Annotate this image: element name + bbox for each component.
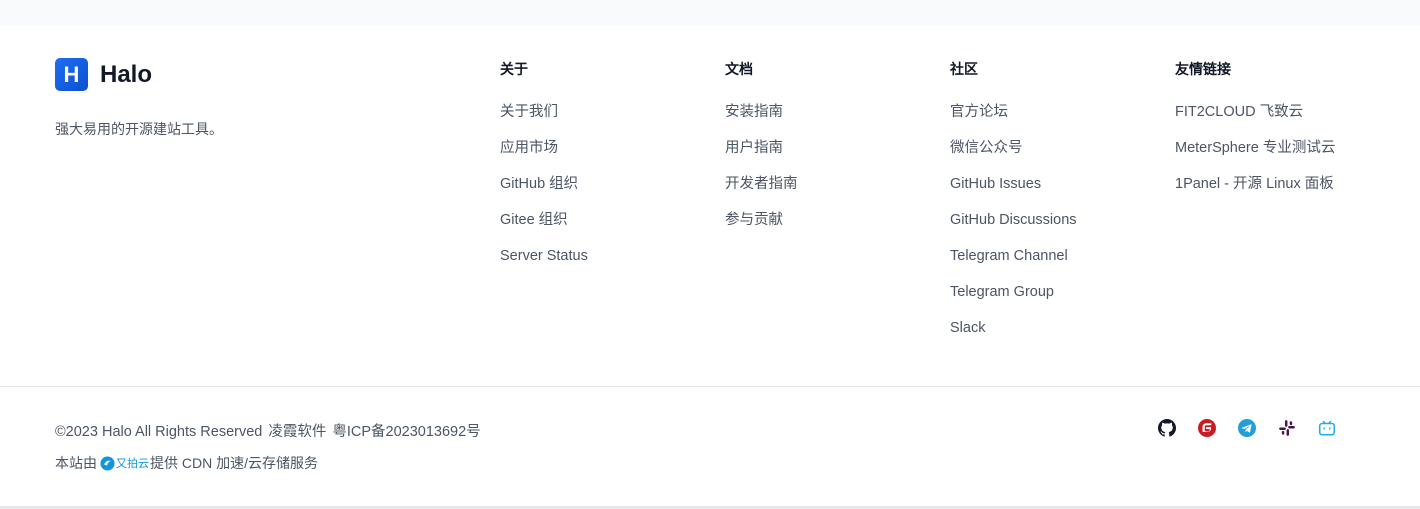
gitee-icon xyxy=(1198,419,1216,437)
footer-link[interactable]: 应用市场 xyxy=(500,140,588,176)
icp-link[interactable]: 粤ICP备2023013692号 xyxy=(332,424,480,440)
footer-link[interactable]: Server Status xyxy=(500,248,588,284)
brand-name: Halo xyxy=(100,60,153,88)
copyright-text: ©2023 Halo All Rights Reserved xyxy=(55,424,263,440)
github-link[interactable] xyxy=(1158,419,1176,437)
social-links xyxy=(1158,419,1336,437)
footer-column-community: 社区 官方论坛 微信公众号 GitHub Issues GitHub Discu… xyxy=(950,60,1077,356)
footer-link[interactable]: 开发者指南 xyxy=(725,176,798,212)
footer-link[interactable]: Telegram Channel xyxy=(950,248,1077,284)
cdn-suffix: 提供 CDN 加速/云存储服务 xyxy=(150,455,318,471)
footer-link[interactable]: FIT2CLOUD 飞致云 xyxy=(1175,104,1335,140)
footer-divider xyxy=(0,386,1420,387)
company-link[interactable]: 凌霞软件 xyxy=(268,424,326,440)
column-title: 关于 xyxy=(500,61,528,77)
bilibili-icon xyxy=(1318,420,1336,436)
upyun-name: 又拍云 xyxy=(116,458,149,470)
brand-tagline: 强大易用的开源建站工具。 xyxy=(55,121,223,137)
footer-link[interactable]: GitHub 组织 xyxy=(500,176,588,212)
footer-link[interactable]: GitHub Discussions xyxy=(950,212,1077,248)
footer-link[interactable]: MeterSphere 专业测试云 xyxy=(1175,140,1335,176)
footer-link[interactable]: 微信公众号 xyxy=(950,140,1077,176)
telegram-link[interactable] xyxy=(1238,419,1256,437)
column-title: 文档 xyxy=(725,61,753,77)
brand[interactable]: H Halo xyxy=(55,58,152,91)
footer-link[interactable]: GitHub Issues xyxy=(950,176,1077,212)
footer-link[interactable]: 1Panel - 开源 Linux 面板 xyxy=(1175,176,1335,212)
github-icon xyxy=(1158,419,1176,437)
footer-link[interactable]: 用户指南 xyxy=(725,140,798,176)
footer-link[interactable]: Telegram Group xyxy=(950,284,1077,320)
column-title: 友情链接 xyxy=(1175,61,1231,77)
gitee-link[interactable] xyxy=(1198,419,1216,437)
upyun-icon xyxy=(100,455,115,471)
cdn-prefix: 本站由 xyxy=(55,455,97,471)
footer-link[interactable]: 参与贡献 xyxy=(725,212,798,248)
copyright-line: ©2023 Halo All Rights Reserved 凌霞软件 粤ICP备2… xyxy=(55,420,487,441)
slack-icon xyxy=(1279,420,1295,436)
footer-column-friends: 友情链接 FIT2CLOUD 飞致云 MeterSphere 专业测试云 1Pa… xyxy=(1175,60,1335,212)
footer-link[interactable]: Gitee 组织 xyxy=(500,212,588,248)
footer-link[interactable]: Slack xyxy=(950,320,1077,356)
halo-logo-icon: H xyxy=(55,58,88,91)
footer-column-about: 关于 关于我们 应用市场 GitHub 组织 Gitee 组织 Server S… xyxy=(500,60,588,284)
footer-link[interactable]: 安装指南 xyxy=(725,104,798,140)
upyun-link[interactable]: 又拍云 xyxy=(100,455,149,471)
column-title: 社区 xyxy=(950,61,978,77)
top-strip xyxy=(0,0,1420,26)
footer-column-docs: 文档 安装指南 用户指南 开发者指南 参与贡献 xyxy=(725,60,798,248)
cdn-line: 本站由 又拍云 提供 CDN 加速/云存储服务 xyxy=(55,453,318,473)
slack-link[interactable] xyxy=(1278,419,1296,437)
telegram-icon xyxy=(1238,419,1256,437)
footer-link[interactable]: 官方论坛 xyxy=(950,104,1077,140)
bilibili-link[interactable] xyxy=(1318,419,1336,437)
footer-link[interactable]: 关于我们 xyxy=(500,104,588,140)
